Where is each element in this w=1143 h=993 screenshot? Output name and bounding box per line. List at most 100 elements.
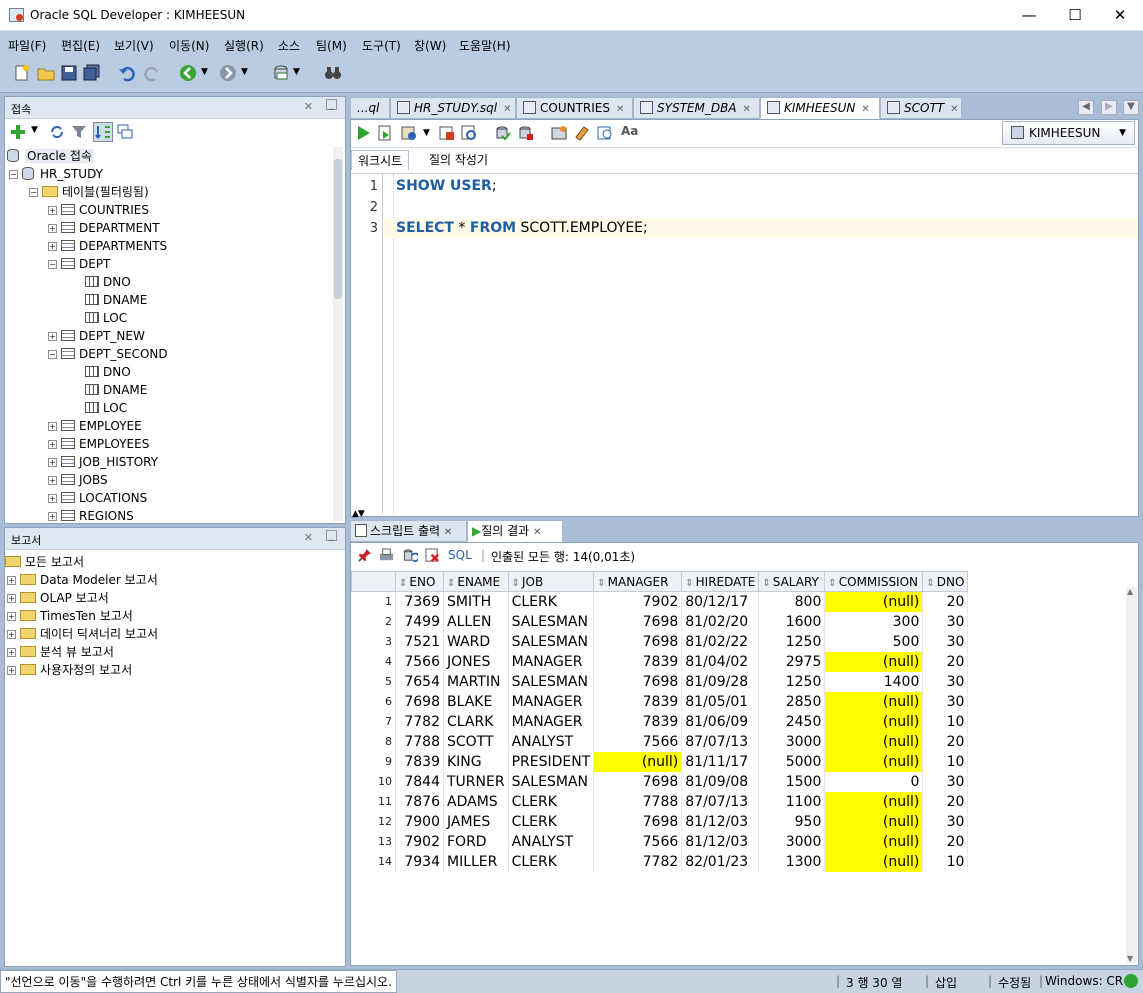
tab-close-icon[interactable]: ✕ bbox=[533, 527, 541, 538]
table-cell[interactable]: SALESMAN bbox=[508, 611, 595, 632]
table-cell[interactable]: MILLER bbox=[443, 851, 509, 872]
autotrace-icon[interactable] bbox=[401, 125, 417, 141]
table-cell[interactable]: 81/12/03 bbox=[681, 811, 760, 832]
table-cell[interactable]: 81/12/03 bbox=[681, 831, 760, 852]
table-cell[interactable]: 7934 bbox=[395, 851, 444, 872]
expand-icon[interactable]: + bbox=[48, 440, 57, 449]
expand-icon[interactable]: + bbox=[48, 242, 57, 251]
table-cell[interactable]: 20 bbox=[922, 651, 969, 672]
table-cell[interactable]: SCOTT bbox=[443, 731, 509, 752]
menu-team[interactable]: 팀(M) bbox=[316, 37, 347, 54]
new-file-icon[interactable] bbox=[13, 64, 31, 82]
table-cell[interactable]: 7782 bbox=[593, 851, 683, 872]
sort-icon[interactable]: ⇕ bbox=[828, 578, 836, 589]
table-cell[interactable]: 7369 bbox=[395, 591, 444, 612]
table-cell[interactable]: (null) bbox=[824, 751, 924, 772]
save-all-icon[interactable] bbox=[83, 64, 101, 82]
table-cell[interactable]: 7566 bbox=[593, 731, 683, 752]
code-editor[interactable]: 1 2 3 SHOW USER; SELECT * FROM SCOTT.EMP… bbox=[351, 173, 1138, 514]
sort-icon[interactable]: ⇕ bbox=[685, 578, 693, 589]
table-cell[interactable]: 30 bbox=[922, 611, 969, 632]
tree-report-item[interactable]: + Data Modeler 보고서 bbox=[7, 571, 158, 589]
table-cell[interactable]: 7698 bbox=[593, 811, 683, 832]
table-cell[interactable]: 10 bbox=[922, 751, 969, 772]
tab-scroll-right-icon[interactable]: ▶ bbox=[1101, 100, 1117, 115]
table-cell[interactable]: 7499 bbox=[395, 611, 444, 632]
table-cell[interactable]: 7839 bbox=[395, 751, 444, 772]
table-cell[interactable]: 7698 bbox=[593, 671, 683, 692]
tab-script-output[interactable]: 스크립트 출력 ✕ bbox=[350, 520, 467, 542]
table-cell[interactable]: (null) bbox=[824, 731, 924, 752]
save-icon[interactable] bbox=[60, 64, 78, 82]
sort-icon[interactable]: ⇕ bbox=[399, 578, 407, 589]
table-cell[interactable]: 3000 bbox=[758, 831, 826, 852]
table-cell[interactable]: 7782 bbox=[395, 711, 444, 732]
tab-system-dba[interactable]: SYSTEM_DBA ✕ bbox=[633, 97, 760, 119]
sql-worksheet-icon[interactable] bbox=[272, 64, 290, 82]
expand-icon[interactable]: + bbox=[48, 224, 57, 233]
connection-selector[interactable]: KIMHEESUN ▼ bbox=[1002, 121, 1135, 145]
table-cell[interactable]: (null) bbox=[593, 751, 683, 772]
clear-icon[interactable] bbox=[574, 125, 590, 141]
menu-window[interactable]: 창(W) bbox=[414, 37, 446, 54]
table-row[interactable]: 12 7900 JAMES CLERK 7698 81/12/03 950 (null) 30 bbox=[351, 811, 969, 832]
table-cell[interactable]: PRESIDENT bbox=[508, 751, 595, 772]
refresh-query-icon[interactable] bbox=[402, 548, 418, 563]
table-cell[interactable]: 1250 bbox=[758, 671, 826, 692]
tab-ql[interactable]: ...ql bbox=[350, 97, 390, 119]
table-cell[interactable]: ANALYST bbox=[508, 831, 595, 852]
table-cell[interactable]: 1600 bbox=[758, 611, 826, 632]
history-icon[interactable] bbox=[597, 125, 613, 141]
table-cell[interactable]: SALESMAN bbox=[508, 631, 595, 652]
table-cell[interactable]: 7788 bbox=[593, 791, 683, 812]
menu-source[interactable]: 소스 bbox=[278, 37, 300, 54]
undo-icon[interactable] bbox=[118, 64, 136, 82]
connections-scrollbar[interactable] bbox=[333, 147, 343, 521]
collapse-icon[interactable]: − bbox=[48, 260, 57, 269]
tree-report-item[interactable]: + OLAP 보고서 bbox=[7, 589, 109, 607]
tree-table-job-history[interactable]: + JOB_HISTORY bbox=[48, 453, 158, 471]
tree-column[interactable]: LOC bbox=[85, 309, 127, 327]
refresh-icon[interactable] bbox=[49, 124, 65, 140]
rollback-icon[interactable] bbox=[518, 125, 534, 141]
table-cell[interactable]: 5000 bbox=[758, 751, 826, 772]
format-case-icon[interactable]: Aa bbox=[621, 124, 638, 138]
cancel-query-icon[interactable] bbox=[425, 548, 440, 563]
table-cell[interactable]: 81/11/17 bbox=[681, 751, 760, 772]
column-header-job[interactable]: ⇕ JOB bbox=[507, 571, 595, 592]
table-cell[interactable]: JONES bbox=[443, 651, 509, 672]
table-row[interactable]: 11 7876 ADAMS CLERK 7788 87/07/13 1100 (null) 20 bbox=[351, 791, 969, 812]
forward-dropdown-icon[interactable]: ▼ bbox=[241, 67, 259, 85]
sql-link[interactable]: SQL bbox=[448, 548, 472, 562]
table-cell[interactable]: 7839 bbox=[593, 651, 683, 672]
column-header-manager[interactable]: ⇕ MANAGER bbox=[593, 571, 683, 592]
table-cell[interactable]: 81/02/22 bbox=[681, 631, 760, 652]
table-cell[interactable]: 20 bbox=[922, 831, 969, 852]
table-cell[interactable]: 81/02/20 bbox=[681, 611, 760, 632]
table-cell[interactable]: FORD bbox=[443, 831, 509, 852]
tree-column[interactable]: DNO bbox=[85, 273, 131, 291]
table-cell[interactable]: 7698 bbox=[593, 631, 683, 652]
table-cell[interactable]: 1250 bbox=[758, 631, 826, 652]
binoculars-icon[interactable] bbox=[324, 64, 342, 82]
commit-icon[interactable] bbox=[495, 125, 511, 141]
table-cell[interactable]: 1300 bbox=[758, 851, 826, 872]
tree-table-departments[interactable]: + DEPARTMENTS bbox=[48, 237, 167, 255]
table-cell[interactable]: JAMES bbox=[443, 811, 509, 832]
table-cell[interactable]: 7839 bbox=[593, 711, 683, 732]
tab-close-icon[interactable]: ✕ bbox=[743, 104, 751, 115]
table-row[interactable]: 5 7654 MARTIN SALESMAN 7698 81/09/28 1250 1400 3… bbox=[351, 671, 969, 692]
table-cell[interactable]: 7900 bbox=[395, 811, 444, 832]
table-row[interactable]: 7 7782 CLARK MANAGER 7839 81/06/09 2450 (null) 1… bbox=[351, 711, 969, 732]
tree-table-regions[interactable]: + REGIONS bbox=[48, 507, 134, 523]
tree-column[interactable]: LOC bbox=[85, 399, 127, 417]
table-cell[interactable]: CLARK bbox=[443, 711, 509, 732]
table-cell[interactable]: 3000 bbox=[758, 731, 826, 752]
table-cell[interactable]: (null) bbox=[824, 811, 924, 832]
expand-icon[interactable]: + bbox=[7, 666, 16, 675]
table-cell[interactable]: 800 bbox=[758, 591, 826, 612]
tab-close-icon[interactable]: ✕ bbox=[503, 104, 511, 115]
table-cell[interactable]: SALESMAN bbox=[508, 671, 595, 692]
table-cell[interactable]: 7566 bbox=[593, 831, 683, 852]
table-cell[interactable]: 2975 bbox=[758, 651, 826, 672]
